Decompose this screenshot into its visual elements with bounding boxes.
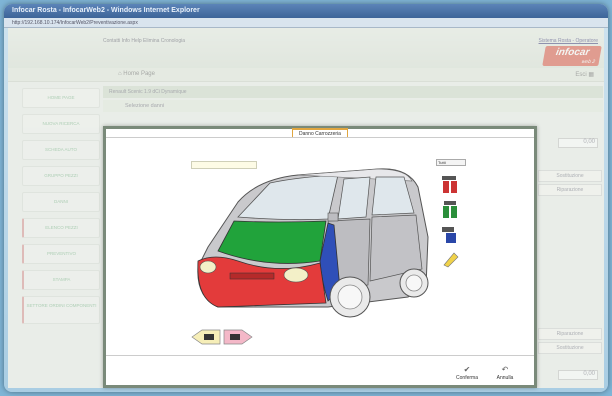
logo-sub: web 2 [581, 59, 596, 65]
next-car-icon [230, 334, 240, 340]
sidebar-item-car-sheet[interactable]: SCHEDA AUTO [22, 140, 100, 160]
front-wheel-rim [337, 284, 363, 310]
header-links[interactable]: Contatti Info Help Elimina Cronologia [103, 38, 185, 44]
confirm-button[interactable]: ✔ Conferma [452, 365, 482, 381]
spray-paint-icon [442, 176, 457, 193]
home-label: Home Page [123, 71, 155, 77]
vehicle-strip: Renault Scenic 1.9 dCi Dynamique [103, 86, 603, 98]
sidebar-item-estimate[interactable]: PREVENTIVO [22, 244, 100, 264]
tool-filter-select[interactable]: Tutti [436, 159, 466, 166]
price-field-top: 0,00 [558, 138, 598, 148]
cancel-label: Annulla [496, 375, 514, 381]
confirm-label: Conferma [456, 375, 478, 381]
prev-car-icon [204, 334, 214, 340]
sidebar-item-home[interactable]: HOME PAGE [22, 88, 100, 108]
polish-icon [443, 252, 459, 268]
damage-modal: Danno Carrozzeria Tutti ✔ Conferma ↶ Ann… [103, 126, 537, 388]
subnav: ⌂ Home Page Esci ▦ [8, 68, 604, 82]
home-link[interactable]: ⌂ Home Page [118, 71, 155, 77]
sidebar-item-parts-list[interactable]: ELENCO PEZZI [22, 218, 100, 238]
cancel-button[interactable]: ↶ Annulla [490, 365, 520, 381]
rear-wheel-rim [405, 274, 423, 292]
check-icon: ✔ [463, 365, 471, 374]
grid-top-2[interactable]: Riparazione [538, 184, 602, 196]
headlight-left [199, 260, 217, 274]
section-strip: Selezione danni [103, 100, 603, 112]
price-field-bottom: 0,00 [558, 370, 598, 380]
modal-footer: ✔ Conferma ↶ Annulla [106, 355, 534, 385]
address-url: http://192.168.10.174/InfocarWeb2/Preven… [12, 20, 138, 26]
browser-window: Infocar Rosta - InfocarWeb2 - Windows In… [4, 4, 608, 392]
browser-title: Infocar Rosta - InfocarWeb2 - Windows In… [12, 7, 200, 14]
undo-icon: ↶ [501, 365, 509, 374]
page: Contatti Info Help Elimina Cronologia Si… [8, 28, 604, 388]
sidebar-item-print[interactable]: STAMPA [22, 270, 100, 290]
grid-top-1[interactable]: Sostituzione [538, 170, 602, 182]
infocar-logo: infocar web 2 [542, 46, 602, 66]
replace-tool[interactable] [440, 224, 462, 244]
replace-icon [442, 227, 456, 243]
car-diagram [197, 168, 429, 318]
top-header: Contatti Info Help Elimina Cronologia Si… [8, 28, 604, 68]
sidebar-item-part-groups[interactable]: GRUPPO PEZZI [22, 166, 100, 186]
address-bar[interactable]: http://192.168.10.174/InfocarWeb2/Preven… [4, 18, 608, 28]
headlight-right [283, 267, 309, 283]
side-mirror [327, 212, 339, 222]
logout-link[interactable]: Esci ▦ [575, 71, 594, 78]
partial-paint-tool[interactable] [440, 199, 462, 219]
browser-titlebar: Infocar Rosta - InfocarWeb2 - Windows In… [4, 4, 608, 18]
view-switch-arrows[interactable] [190, 329, 254, 345]
sidebar: HOME PAGE NUOVA RICERCA SCHEDA AUTO GRUP… [22, 88, 100, 330]
logo-text: infocar [554, 47, 591, 58]
modal-header-line [106, 137, 534, 138]
logout-label: Esci [575, 72, 587, 78]
partial-paint-icon [443, 201, 457, 218]
account-link[interactable]: Sistema Rosta - Operatore [539, 38, 598, 44]
sidebar-item-damages[interactable]: DANNI [22, 192, 100, 212]
tool-panel: Tutti [436, 159, 470, 274]
grid-bottom-2[interactable]: Sostituzione [538, 342, 602, 354]
sidebar-item-new-search[interactable]: NUOVA RICERCA [22, 114, 100, 134]
spray-paint-tool[interactable] [440, 174, 462, 194]
grille [229, 272, 275, 280]
sidebar-item-orders[interactable]: SETTORE ORDINI COMPONENTI [22, 296, 100, 324]
polish-tool[interactable] [440, 249, 462, 269]
grid-bottom-1[interactable]: Riparazione [538, 328, 602, 340]
